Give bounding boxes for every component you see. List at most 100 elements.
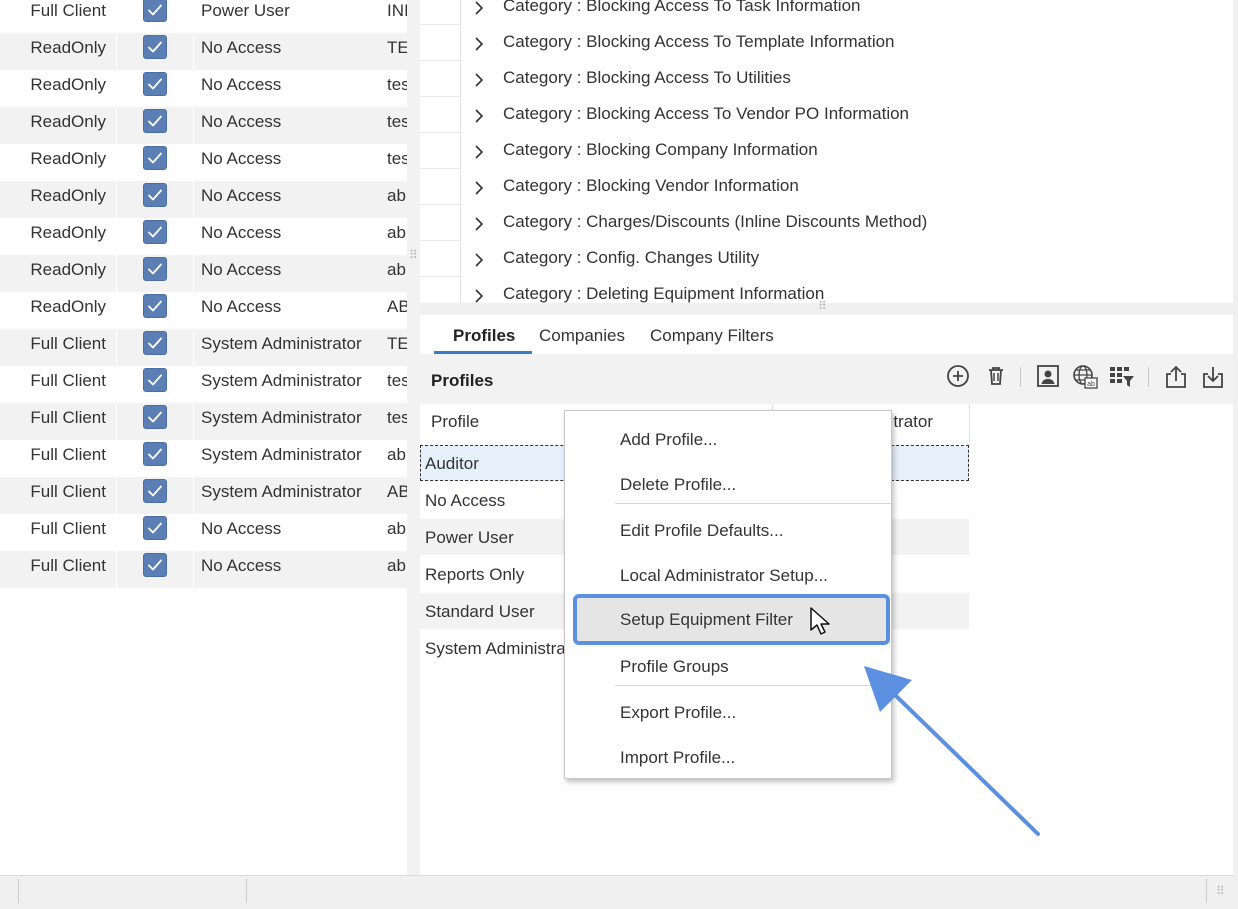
table-row[interactable]: ReadOnly No Access tes	[0, 144, 407, 181]
client-type-label: ReadOnly	[30, 112, 106, 131]
tree-node[interactable]: Category : Config. Changes Utility	[460, 248, 1233, 286]
enabled-checkbox[interactable]	[143, 257, 167, 281]
enabled-checkbox[interactable]	[143, 368, 167, 392]
table-row[interactable]: ReadOnly No Access ab	[0, 255, 407, 292]
horizontal-splitter[interactable]: ⠿	[420, 300, 1233, 315]
user-name-cell: TES	[387, 38, 407, 57]
chevron-right-icon[interactable]	[472, 142, 486, 166]
enabled-checkbox[interactable]	[143, 183, 167, 207]
enabled-checkbox[interactable]	[143, 553, 167, 577]
grid-filter-icon[interactable]	[1109, 364, 1135, 390]
menu-item-export-profile[interactable]: Export Profile...	[565, 688, 891, 733]
globe-language-icon[interactable]: ab	[1072, 364, 1098, 390]
toolbar-separator	[1020, 367, 1021, 387]
enabled-cell	[116, 329, 194, 366]
enabled-checkbox[interactable]	[143, 146, 167, 170]
toolbar-separator	[1148, 367, 1149, 387]
client-type-label: Full Client	[30, 445, 106, 464]
table-row[interactable]: ReadOnly No Access tes	[0, 107, 407, 144]
enabled-cell	[116, 255, 194, 292]
table-row[interactable]: Full Client System Administrator AB	[0, 477, 407, 514]
table-row[interactable]: Full Client No Access ab	[0, 514, 407, 551]
chevron-right-icon[interactable]	[472, 178, 486, 202]
table-row[interactable]: Full Client System Administrator tes	[0, 366, 407, 403]
add-circle-icon[interactable]	[946, 364, 972, 390]
profile-cell: System Administrator	[201, 408, 362, 427]
enabled-cell	[116, 33, 194, 70]
tree-node[interactable]: Category : Charges/Discounts (Inline Dis…	[460, 212, 1233, 250]
chevron-right-icon[interactable]	[472, 106, 486, 130]
enabled-checkbox[interactable]	[143, 442, 167, 466]
tree-node[interactable]: Category : Blocking Access To Template I…	[460, 32, 1233, 70]
client-type-label: ReadOnly	[30, 38, 106, 57]
chevron-right-icon[interactable]	[472, 70, 486, 94]
client-type-cell: ReadOnly	[0, 181, 110, 218]
menu-item-local-administrator-setup[interactable]: Local Administrator Setup...	[565, 551, 891, 596]
table-row[interactable]: ReadOnly No Access ab	[0, 218, 407, 255]
tree-node[interactable]: Category : Blocking Access To Vendor PO …	[460, 104, 1233, 142]
chevron-right-icon[interactable]	[472, 0, 486, 22]
user-name-cell: tes	[387, 149, 407, 168]
enabled-cell	[116, 514, 194, 551]
tab-companies[interactable]: Companies	[539, 326, 625, 346]
menu-item-setup-equipment-filter[interactable]: Setup Equipment Filter	[573, 594, 890, 645]
table-row[interactable]: ReadOnly No Access AB	[0, 292, 407, 329]
checkmark-icon	[148, 78, 162, 90]
import-icon[interactable]	[1200, 364, 1226, 390]
enabled-checkbox[interactable]	[143, 72, 167, 96]
tree-node[interactable]: Category : Blocking Company Information	[460, 140, 1233, 178]
table-row[interactable]: Full Client System Administrator ab	[0, 440, 407, 477]
profile-name: Standard User	[425, 602, 535, 621]
table-row[interactable]: Full Client System Administrator TES	[0, 329, 407, 366]
enabled-checkbox[interactable]	[143, 331, 167, 355]
enabled-checkbox[interactable]	[143, 294, 167, 318]
profile-cell: No Access	[201, 149, 282, 168]
tab-profiles[interactable]: Profiles	[453, 326, 515, 346]
export-icon[interactable]	[1163, 364, 1189, 390]
menu-item-profile-groups[interactable]: Profile Groups	[565, 642, 891, 687]
table-row[interactable]: ReadOnly No Access TES	[0, 33, 407, 70]
menu-item-delete-profile[interactable]: Delete Profile...	[565, 460, 891, 505]
category-tree: Category : Blocking Access To Task Infor…	[420, 0, 1233, 303]
gutter-divider	[420, 24, 460, 25]
menu-item-label: Profile Groups	[620, 657, 729, 676]
table-row[interactable]: ReadOnly No Access ab	[0, 181, 407, 218]
splitter-grip-icon[interactable]: ⠿	[409, 249, 418, 261]
enabled-checkbox[interactable]	[143, 0, 167, 22]
tree-node[interactable]: Category : Blocking Access To Task Infor…	[460, 0, 1233, 34]
table-row[interactable]: Full Client No Access ab	[0, 551, 407, 588]
menu-item-import-profile[interactable]: Import Profile...	[565, 733, 891, 778]
tree-node[interactable]: Category : Blocking Vendor Information	[460, 176, 1233, 214]
trash-icon[interactable]	[984, 364, 1010, 390]
checkmark-icon	[148, 337, 162, 349]
enabled-checkbox[interactable]	[143, 405, 167, 429]
enabled-cell	[116, 477, 194, 514]
users-grid: Full Client Power User INI ReadOnly No Acces…	[0, 0, 407, 875]
splitter-grip-icon[interactable]: ⠿	[818, 300, 827, 312]
vertical-splitter[interactable]: ⠿	[407, 0, 420, 875]
chevron-right-icon[interactable]	[472, 214, 486, 238]
profile-cell: No Access	[201, 260, 282, 279]
chevron-right-icon[interactable]	[472, 286, 486, 303]
enabled-checkbox[interactable]	[143, 479, 167, 503]
checkmark-icon	[148, 152, 162, 164]
chevron-right-icon[interactable]	[472, 34, 486, 58]
resize-grip-icon[interactable]: ⠿	[1216, 885, 1225, 897]
table-row[interactable]: Full Client Power User INI	[0, 0, 407, 33]
enabled-checkbox[interactable]	[143, 35, 167, 59]
tree-node[interactable]: Category : Deleting Equipment Informatio…	[460, 284, 1233, 303]
tree-node-label: Category : Blocking Access To Utilities	[503, 68, 791, 87]
checkmark-icon	[148, 189, 162, 201]
chevron-right-icon[interactable]	[472, 250, 486, 274]
enabled-checkbox[interactable]	[143, 109, 167, 133]
enabled-checkbox[interactable]	[143, 516, 167, 540]
user-profile-icon[interactable]	[1036, 364, 1062, 390]
menu-item-edit-profile-defaults[interactable]: Edit Profile Defaults...	[565, 506, 891, 551]
menu-item-add-profile[interactable]: Add Profile...	[565, 415, 891, 460]
tree-node-label: Category : Blocking Access To Template I…	[503, 32, 895, 51]
table-row[interactable]: Full Client System Administrator tes	[0, 403, 407, 440]
tab-company-filters[interactable]: Company Filters	[650, 326, 774, 346]
table-row[interactable]: ReadOnly No Access tes	[0, 70, 407, 107]
enabled-checkbox[interactable]	[143, 220, 167, 244]
tree-node[interactable]: Category : Blocking Access To Utilities	[460, 68, 1233, 106]
